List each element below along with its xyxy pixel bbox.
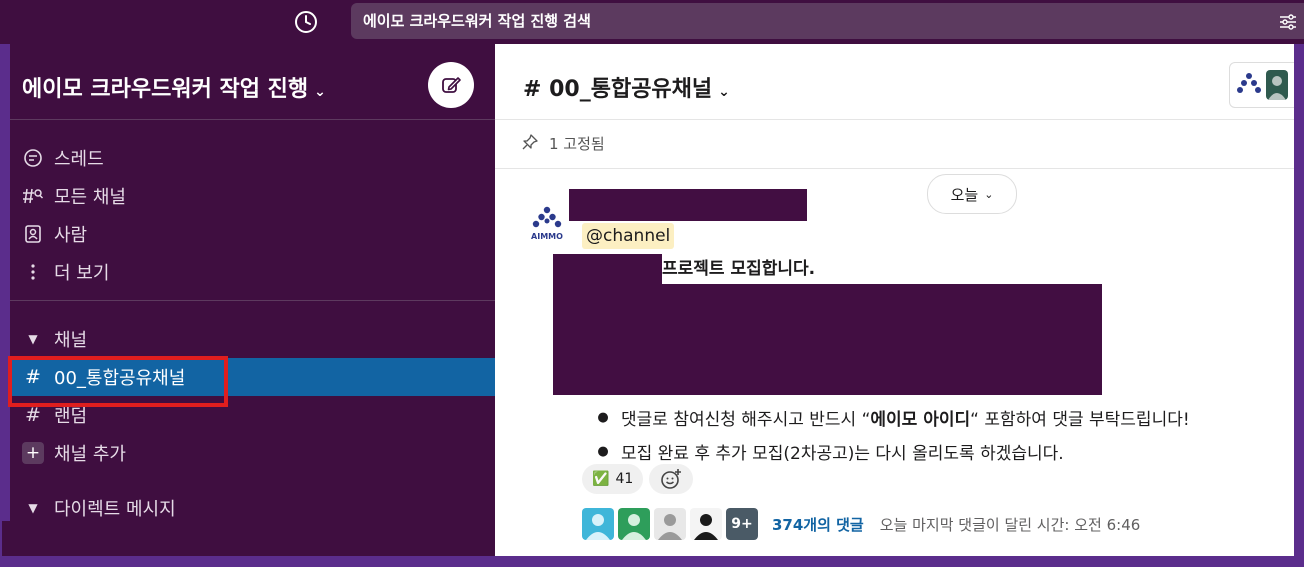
aimmo-logo-icon [532,206,562,228]
date-label: 오늘 [950,185,979,204]
sender-avatar[interactable]: AIMMO [525,204,569,248]
list-item: ● 댓글로 참여신청 해주시고 반드시 “에이모 아이디 “ 포함하여 댓글 부탁… [597,409,1190,430]
workspace-header: 에이모 크라우드워커 작업 진행 ⌄ [10,44,495,120]
plus-icon: + [22,442,44,464]
redacted-area [2,521,206,556]
add-emoji-icon [661,469,682,489]
reaction-checkmark[interactable]: ✅ 41 [582,464,644,494]
reply-avatar [582,508,614,540]
message-text: 프로젝트 모집합니다. [662,259,816,279]
pin-icon [522,134,538,150]
workspace-name: 에이모 크라우드워커 작업 진행 [22,77,309,102]
reply-avatar [690,508,722,540]
sidebar-divider [10,300,495,301]
reaction-count: 41 [615,471,634,487]
caret-down-icon: ▼ [28,501,38,515]
compose-button[interactable] [428,62,474,108]
sidebar-item-label: 스레드 [54,149,104,170]
search-input[interactable]: 에이모 크라우드워커 작업 진행 검색 [351,3,1304,39]
last-reply-time: 오늘 마지막 댓글이 달린 시간: 오전 6:46 [879,515,1141,534]
mention-channel[interactable]: @channel [582,223,675,249]
chevron-down-icon: ⌄ [718,84,730,100]
filter-icon[interactable] [1278,12,1298,32]
channel-view: # 00_통합공유채널 ⌄ 1 고정됨 오늘 ⌄ AIMMO @channel 프… [495,44,1294,556]
sidebar-item-threads[interactable]: 스레드 [10,139,495,177]
hash-icon: # [25,404,41,426]
people-icon [22,224,44,244]
sidebar-item-label: 사람 [54,225,88,246]
member-avatar [1266,70,1288,100]
sidebar-item-all-channels[interactable]: 모든 채널 [10,177,495,215]
message-bullets: ● 댓글로 참여신청 해주시고 반드시 “에이모 아이디 “ 포함하여 댓글 부탁… [585,400,1190,468]
list-item: ● 모집 완료 후 추가 모집(2차공고)는 다시 올리도록 하겠습니다. [597,443,1064,464]
reply-avatar [654,508,686,540]
more-vertical-icon [22,262,44,282]
highlight-box [8,356,228,407]
add-reaction-button[interactable] [649,464,694,494]
section-title: 다이렉트 메시지 [54,499,176,520]
chevron-down-icon: ⌄ [314,84,326,100]
sidebar-item-label: 모든 채널 [54,187,126,208]
channels-section: ▼ 채널 # 00_통합공유채널 # 랜덤 + 채널 추가 [8,320,495,472]
date-divider-button[interactable]: 오늘 ⌄ [927,174,1017,214]
redacted-text [553,254,662,284]
history-icon[interactable] [293,9,319,35]
channel-name-button[interactable]: # 00_통합공유채널 ⌄ [523,71,730,103]
reactions: ✅ 41 [582,464,694,494]
add-channel-button[interactable]: + 채널 추가 [10,434,495,472]
search-text: 에이모 크라우드워커 작업 진행 검색 [363,12,591,30]
channel-title: # 00_통합공유채널 [523,77,713,102]
pinned-bar[interactable]: 1 고정됨 [495,120,1294,169]
reply-avatar [618,508,650,540]
redacted-block [553,284,1102,395]
pinned-count: 1 고정됨 [549,135,605,153]
sidebar-item-more[interactable]: 더 보기 [10,253,495,291]
channels-section-toggle[interactable]: ▼ 채널 [10,320,495,358]
reply-count-link[interactable]: 374개의 댓글 [772,514,864,535]
sidebar-item-people[interactable]: 사람 [10,215,495,253]
check-emoji-icon: ✅ [592,471,610,487]
workspace-name-button[interactable]: 에이모 크라우드워커 작업 진행 ⌄ [22,71,326,103]
channel-header: # 00_통합공유채널 ⌄ [495,44,1294,120]
compose-icon [442,77,461,93]
caret-down-icon: ▼ [28,332,38,346]
top-bar: 에이모 크라우드워커 작업 진행 검색 [0,0,1304,44]
redacted-sender-name [569,189,807,221]
add-channel-label: 채널 추가 [54,444,126,465]
aimmo-logo-icon [1237,73,1261,93]
sidebar: 에이모 크라우드워커 작업 진행 ⌄ 스레드 모든 채널 사람 더 보기 ▼ 채… [2,44,495,556]
more-replies-badge: 9+ [726,508,758,540]
threads-icon [22,148,44,168]
thread-summary[interactable]: 9+ 374개의 댓글 오늘 마지막 댓글이 달린 시간: 오전 6:46 [582,508,1140,540]
members-button[interactable] [1229,62,1294,108]
section-title: 채널 [54,330,88,351]
avatar-label: AIMMO [531,232,563,241]
sidebar-nav: 스레드 모든 채널 사람 더 보기 [10,139,495,291]
sidebar-item-label: 더 보기 [54,263,110,284]
chevron-down-icon: ⌄ [984,187,994,201]
channel-search-icon [22,186,44,206]
